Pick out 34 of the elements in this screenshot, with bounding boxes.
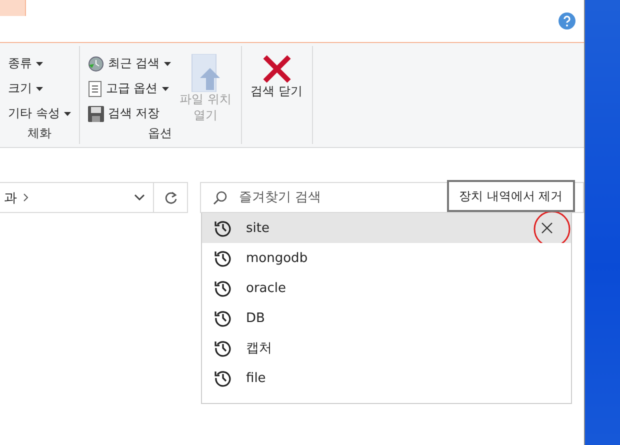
- refresh-button[interactable]: [154, 182, 188, 213]
- history-icon: [214, 309, 232, 327]
- address-bar[interactable]: 과: [0, 182, 154, 213]
- ribbon-button[interactable]: 고급 옵션: [86, 77, 173, 100]
- help-icon[interactable]: [558, 12, 576, 30]
- folder-up-arrow-icon: [190, 54, 221, 92]
- caret-icon: [162, 86, 169, 90]
- chevron-down-icon[interactable]: [134, 194, 145, 201]
- group-label: 체화: [26, 125, 52, 142]
- group-label: 옵션: [147, 125, 174, 142]
- caret-icon: [36, 86, 43, 90]
- ribbon-button[interactable]: 기타 속성: [6, 102, 73, 125]
- history-icon: [214, 219, 232, 237]
- chevron-right-icon: [23, 193, 29, 202]
- history-item[interactable]: site: [202, 213, 571, 243]
- ribbon-button[interactable]: 크기: [6, 77, 73, 100]
- caret-icon: [36, 62, 43, 66]
- search-icon: [213, 190, 227, 204]
- ribbon-button[interactable]: 종류: [6, 52, 73, 75]
- history-icon: [214, 279, 232, 297]
- close-icon: [262, 54, 292, 84]
- ribbon-button[interactable]: 최근 검색: [86, 52, 173, 75]
- ribbon-button[interactable]: 검색 저장: [86, 102, 173, 125]
- tooltip: 장치 내역에서 제거: [447, 180, 575, 212]
- document-icon: [88, 80, 102, 96]
- close-icon: [541, 222, 553, 234]
- caret-icon: [64, 112, 71, 116]
- history-icon: [214, 339, 232, 357]
- clock-icon: [88, 56, 104, 72]
- history-icon: [214, 249, 232, 267]
- refresh-icon: [164, 190, 178, 204]
- caret-icon: [164, 62, 171, 66]
- ribbon-large-button[interactable]: 검색 닫기: [248, 52, 306, 141]
- history-icon: [214, 369, 232, 387]
